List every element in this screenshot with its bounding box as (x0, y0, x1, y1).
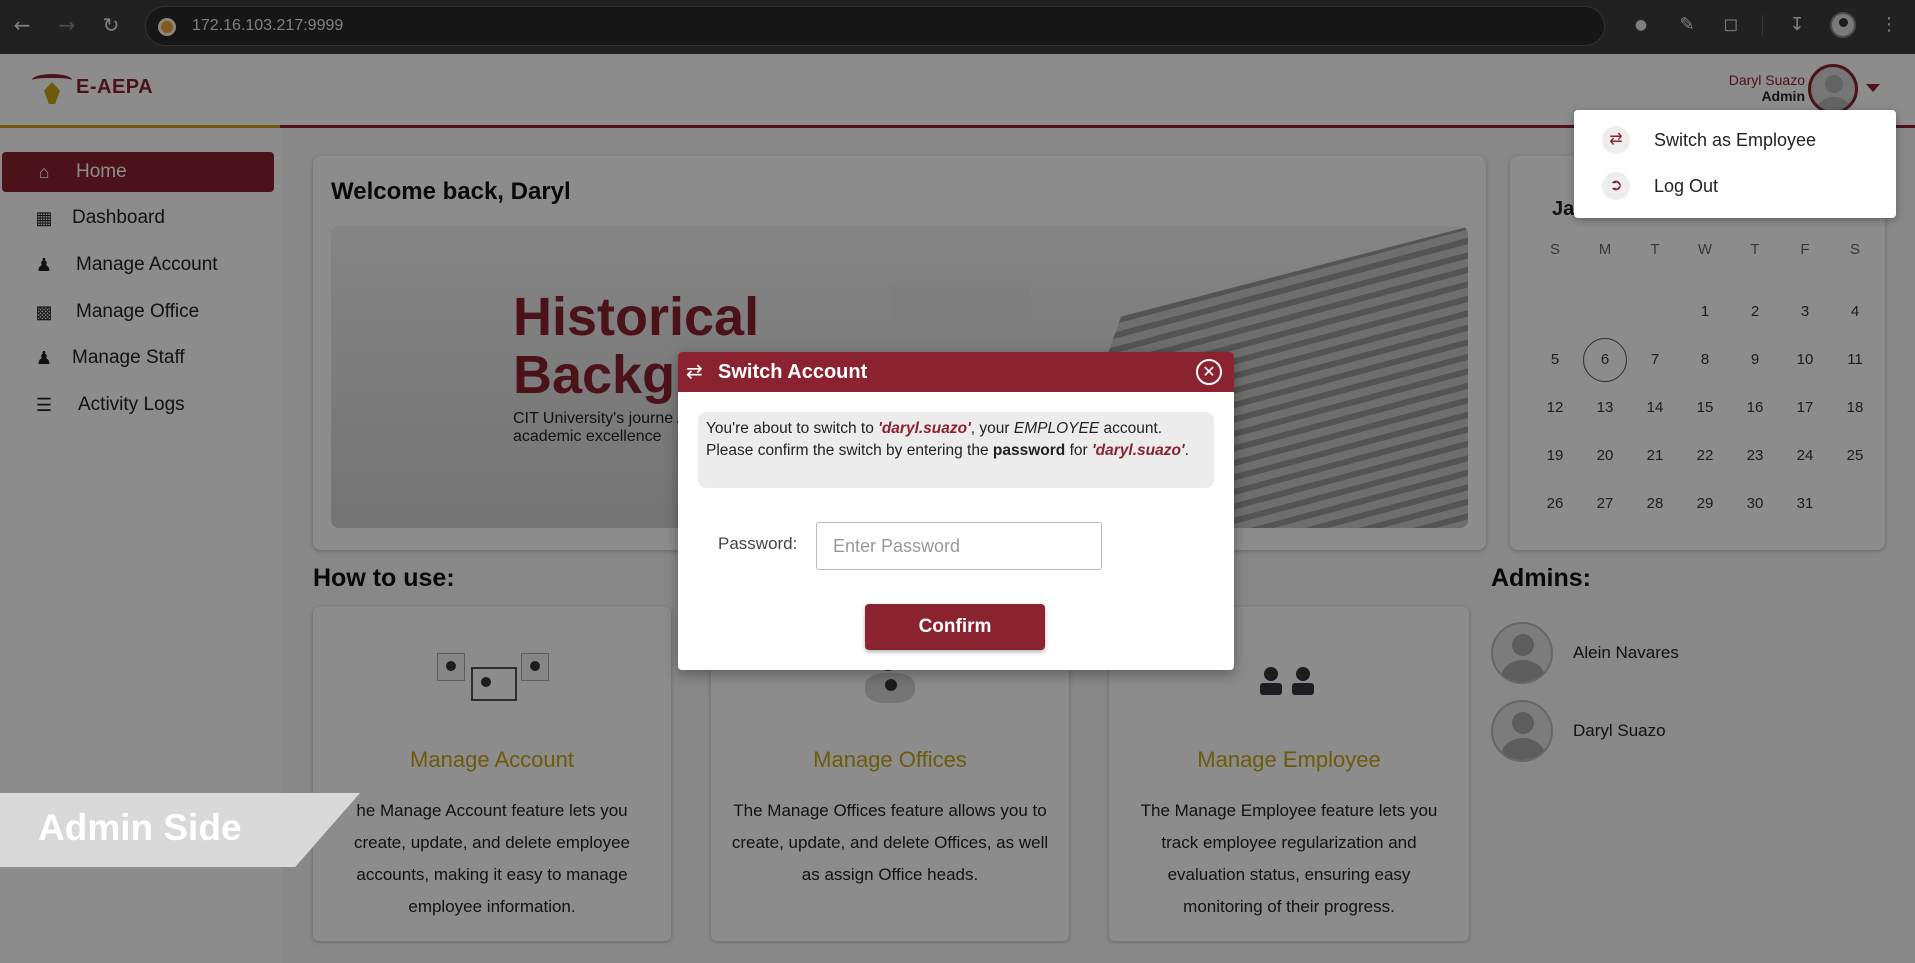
account-type: EMPLOYEE (1013, 420, 1100, 437)
message-text: . (1184, 442, 1189, 459)
user-dropdown-menu: ⇄ Switch as Employee ➲ Log Out (1574, 110, 1896, 218)
confirm-button[interactable]: Confirm (865, 604, 1045, 650)
password-input[interactable] (816, 522, 1102, 570)
message-text: for (1065, 442, 1092, 459)
admin-side-text: Admin Side (38, 807, 242, 848)
menu-item-switch-as-employee[interactable]: ⇄ Switch as Employee (1602, 124, 1816, 156)
logout-icon: ➲ (1602, 172, 1630, 200)
account-name: 'daryl.suazo' (878, 420, 971, 437)
switch-account-modal: ⇄ Switch Account ✕ You're about to switc… (678, 352, 1234, 670)
menu-item-label: Log Out (1654, 175, 1719, 196)
switch-icon: ⇄ (1602, 126, 1630, 154)
modal-header: ⇄ Switch Account ✕ (678, 352, 1234, 392)
password-emphasis: password (992, 442, 1066, 459)
close-icon[interactable]: ✕ (1196, 359, 1222, 385)
account-name: 'daryl.suazo' (1091, 442, 1185, 459)
menu-item-label: Switch as Employee (1654, 129, 1817, 150)
switch-account-message: You're about to switch to 'daryl.suazo',… (698, 412, 1214, 488)
message-text: You're about to switch to (706, 420, 879, 437)
menu-item-log-out[interactable]: ➲ Log Out (1602, 170, 1718, 202)
switch-icon: ⇄ (686, 359, 703, 383)
message-text: , your (970, 420, 1014, 437)
modal-title: Switch Account (718, 361, 868, 383)
password-label: Password: (718, 534, 798, 553)
